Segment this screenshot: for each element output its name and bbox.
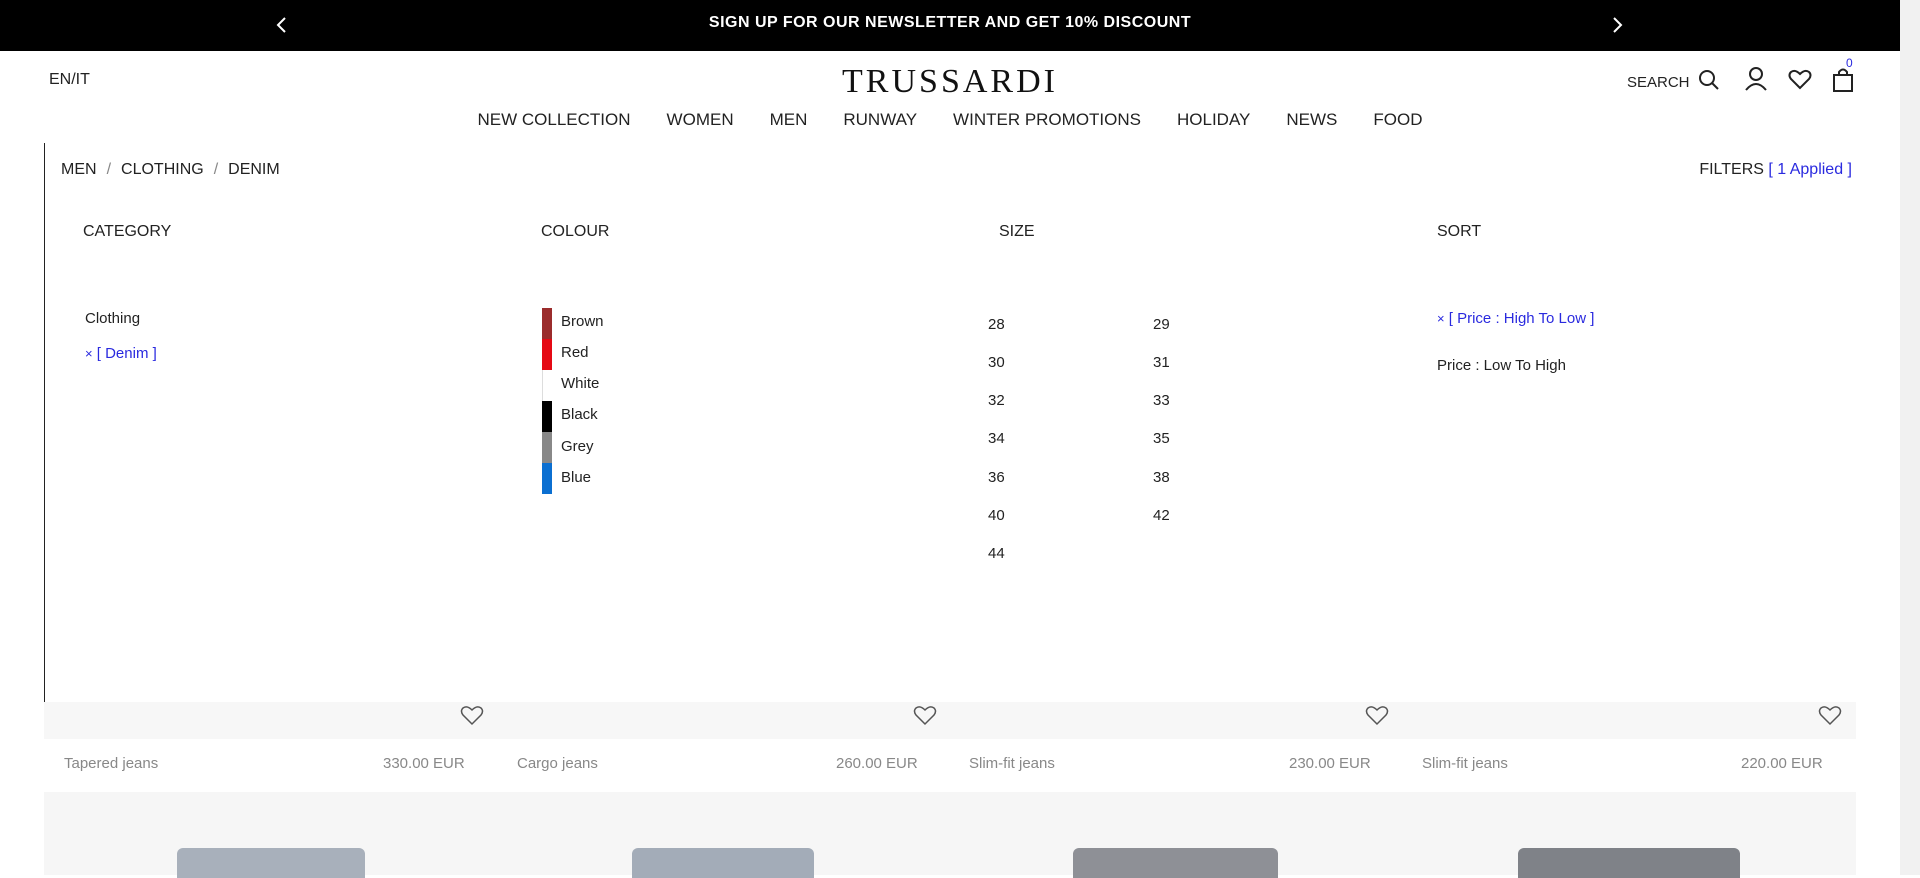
main-nav: NEW COLLECTION WOMEN MEN RUNWAY WINTER PROMO… <box>0 110 1900 130</box>
swatch-black[interactable] <box>542 401 552 432</box>
colour-black[interactable]: Black <box>561 406 598 423</box>
swatch-blue[interactable] <box>542 463 552 494</box>
product-price: 220.00 EUR <box>1741 755 1823 772</box>
category-denim-selected[interactable]: × [ Denim ] <box>85 345 157 362</box>
search-label[interactable]: SEARCH <box>1627 74 1690 91</box>
nav-holiday[interactable]: HOLIDAY <box>1177 110 1250 130</box>
size-option[interactable]: 35 <box>1153 430 1170 447</box>
product-name[interactable]: Slim-fit jeans <box>969 755 1055 772</box>
product-price: 260.00 EUR <box>836 755 918 772</box>
wishlist-heart-icon[interactable] <box>460 704 484 726</box>
product-name[interactable]: Cargo jeans <box>517 755 598 772</box>
sort-heading: SORT <box>1437 223 1482 240</box>
product-image[interactable] <box>632 848 814 878</box>
product-name[interactable]: Slim-fit jeans <box>1422 755 1508 772</box>
wishlist-heart-icon[interactable] <box>913 704 937 726</box>
scrollbar[interactable] <box>1900 0 1920 875</box>
search-icon[interactable] <box>1698 69 1720 91</box>
category-denim-label: [ Denim ] <box>96 345 157 362</box>
size-option[interactable]: 44 <box>988 545 1005 562</box>
brand-logo[interactable]: TRUSSARDI <box>0 63 1900 101</box>
announcement-bar: SIGN UP FOR OUR NEWSLETTER AND GET 10% D… <box>0 0 1900 51</box>
breadcrumb: MEN / CLOTHING / DENIM <box>61 161 280 178</box>
product-price: 330.00 EUR <box>383 755 465 772</box>
cart-count: 0 <box>1846 56 1853 70</box>
product-price: 230.00 EUR <box>1289 755 1371 772</box>
product-image[interactable] <box>1518 848 1740 878</box>
filters-toggle[interactable]: FILTERS [ 1 Applied ] <box>1699 161 1852 179</box>
size-option[interactable]: 28 <box>988 316 1005 333</box>
nav-men[interactable]: MEN <box>770 110 808 130</box>
breadcrumb-denim[interactable]: DENIM <box>228 161 280 178</box>
scrollbar-thumb[interactable] <box>1904 2 1916 862</box>
swatch-brown[interactable] <box>542 308 552 339</box>
colour-grey[interactable]: Grey <box>561 438 594 455</box>
colour-red[interactable]: Red <box>561 344 589 361</box>
breadcrumb-clothing[interactable]: CLOTHING <box>121 161 204 178</box>
size-option[interactable]: 33 <box>1153 392 1170 409</box>
product-grid: Tapered jeans 330.00 EUR Cargo jeans 260… <box>44 702 1856 878</box>
swatch-grey[interactable] <box>542 432 552 463</box>
nav-new-collection[interactable]: NEW COLLECTION <box>478 110 631 130</box>
account-icon[interactable] <box>1744 66 1768 92</box>
filters-label: FILTERS <box>1699 161 1764 178</box>
nav-news[interactable]: NEWS <box>1286 110 1337 130</box>
nav-winter-promotions[interactable]: WINTER PROMOTIONS <box>953 110 1141 130</box>
size-option[interactable]: 32 <box>988 392 1005 409</box>
colour-brown[interactable]: Brown <box>561 313 604 330</box>
product-name[interactable]: Tapered jeans <box>64 755 158 772</box>
size-heading: SIZE <box>999 223 1035 240</box>
size-option[interactable]: 30 <box>988 354 1005 371</box>
colour-blue[interactable]: Blue <box>561 469 591 486</box>
product-image[interactable] <box>177 848 365 878</box>
size-option[interactable]: 40 <box>988 507 1005 524</box>
colour-white[interactable]: White <box>561 375 599 392</box>
sort-high-to-low-label: [ Price : High To Low ] <box>1448 310 1595 327</box>
size-option[interactable]: 42 <box>1153 507 1170 524</box>
remove-filter-icon[interactable]: × <box>85 346 93 361</box>
chevron-right-icon[interactable] <box>1607 15 1627 35</box>
panel-divider <box>44 143 45 703</box>
category-clothing[interactable]: Clothing <box>85 310 140 327</box>
swatch-white[interactable] <box>542 370 552 401</box>
product-image[interactable] <box>1073 848 1278 878</box>
swatch-red[interactable] <box>542 339 552 370</box>
wishlist-heart-icon[interactable] <box>1365 704 1389 726</box>
wishlist-heart-icon[interactable] <box>1788 68 1812 90</box>
breadcrumb-men[interactable]: MEN <box>61 161 97 178</box>
size-option[interactable]: 34 <box>988 430 1005 447</box>
wishlist-heart-icon[interactable] <box>1818 704 1842 726</box>
size-option[interactable]: 29 <box>1153 316 1170 333</box>
colour-heading: COLOUR <box>541 223 610 240</box>
sort-low-to-high[interactable]: Price : Low To High <box>1437 357 1566 374</box>
nav-food[interactable]: FOOD <box>1373 110 1422 130</box>
remove-sort-icon[interactable]: × <box>1437 311 1445 326</box>
category-heading: CATEGORY <box>83 223 172 240</box>
product-card-top <box>44 702 1856 739</box>
shopping-bag-icon[interactable] <box>1832 67 1854 93</box>
size-option[interactable]: 38 <box>1153 469 1170 486</box>
size-option[interactable]: 36 <box>988 469 1005 486</box>
filters-applied-count: [ 1 Applied ] <box>1768 161 1852 178</box>
nav-women[interactable]: WOMEN <box>667 110 734 130</box>
nav-runway[interactable]: RUNWAY <box>843 110 917 130</box>
size-option[interactable]: 31 <box>1153 354 1170 371</box>
sort-high-to-low-selected[interactable]: × [ Price : High To Low ] <box>1437 310 1594 327</box>
